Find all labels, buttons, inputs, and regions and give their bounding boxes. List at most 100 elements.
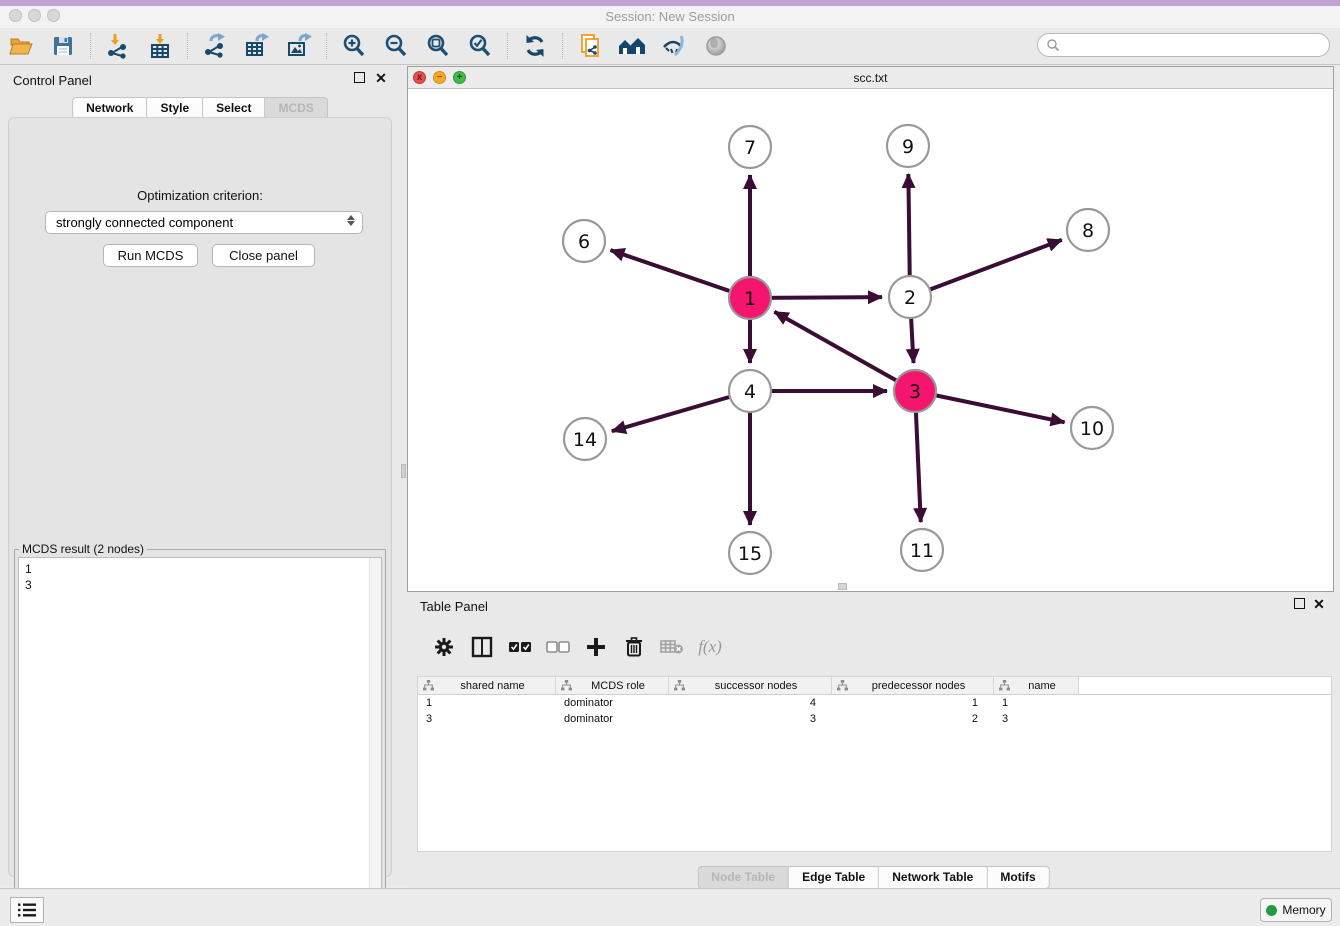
- cell-name[interactable]: 1: [994, 695, 1079, 711]
- import-network-icon[interactable]: [103, 31, 133, 61]
- divider-handle[interactable]: [401, 464, 406, 478]
- search-input[interactable]: [1060, 36, 1329, 54]
- export-network-icon[interactable]: [200, 31, 230, 61]
- toolbar-separator: [187, 33, 188, 59]
- deselect-all-rows-icon[interactable]: [543, 632, 573, 662]
- refresh-icon[interactable]: [520, 31, 550, 61]
- network-window-titlebar[interactable]: x − + scc.txt: [408, 67, 1333, 89]
- toggle-panes-icon[interactable]: [467, 632, 497, 662]
- close-panel-icon[interactable]: ✕: [374, 72, 388, 86]
- float-panel-icon[interactable]: [352, 72, 366, 86]
- node-15[interactable]: 15: [729, 532, 771, 574]
- table-settings-gear-icon[interactable]: [429, 632, 459, 662]
- toolbar-separator: [326, 33, 327, 59]
- delete-table-icon-disabled: [657, 632, 687, 662]
- node-label-4: 4: [744, 381, 756, 403]
- zoom-out-icon[interactable]: [381, 31, 411, 61]
- search-icon: [1046, 38, 1060, 52]
- criterion-dropdown[interactable]: strongly connected component: [45, 211, 363, 234]
- node-9[interactable]: 9: [887, 125, 929, 167]
- control-panel-title: Control Panel: [13, 73, 92, 88]
- node-1[interactable]: 1: [729, 277, 771, 319]
- cell-successor-nodes[interactable]: 3: [669, 711, 832, 727]
- close-panel-button[interactable]: Close panel: [212, 244, 315, 267]
- status-bar: Memory: [0, 888, 1340, 926]
- cell-MCDS-role[interactable]: dominator: [556, 695, 669, 711]
- zoom-fit-icon[interactable]: [423, 31, 453, 61]
- tab-node-table[interactable]: Node Table: [697, 866, 789, 889]
- column-header-successor-nodes[interactable]: successor nodes: [669, 677, 832, 694]
- panel-divider[interactable]: [400, 66, 407, 886]
- node-table-body: 1dominator4113dominator323: [418, 695, 1331, 727]
- node-11[interactable]: 11: [901, 529, 943, 571]
- session-title: Session: New Session: [0, 9, 1340, 24]
- node-3[interactable]: 3: [894, 370, 936, 412]
- memory-button[interactable]: Memory: [1260, 898, 1332, 922]
- node-label-10: 10: [1080, 418, 1104, 440]
- cell-shared-name[interactable]: 3: [418, 711, 556, 727]
- cell-name[interactable]: 3: [994, 711, 1079, 727]
- save-session-icon[interactable]: [48, 31, 78, 61]
- select-all-rows-icon[interactable]: [505, 632, 535, 662]
- node-6[interactable]: 6: [563, 220, 605, 262]
- node-2[interactable]: 2: [889, 276, 931, 318]
- titlebar: Session: New Session: [0, 6, 1340, 28]
- memory-status-icon: [1266, 905, 1277, 916]
- column-header-name[interactable]: name: [994, 677, 1079, 694]
- cell-predecessor-nodes[interactable]: 2: [832, 711, 994, 727]
- hide-details-icon[interactable]: [659, 31, 689, 61]
- delete-column-icon[interactable]: [619, 632, 649, 662]
- table-row[interactable]: 3dominator323: [418, 711, 1331, 727]
- column-header-predecessor-nodes[interactable]: predecessor nodes: [832, 677, 994, 694]
- node-label-15: 15: [738, 543, 762, 565]
- canvas-scroll-thumb[interactable]: [838, 583, 847, 590]
- function-builder-icon-disabled: f(x): [695, 632, 725, 662]
- table-row[interactable]: 1dominator411: [418, 695, 1331, 711]
- tab-motifs[interactable]: Motifs: [987, 866, 1049, 889]
- close-table-panel-icon[interactable]: ✕: [1312, 598, 1326, 612]
- float-table-panel-icon[interactable]: [1292, 598, 1306, 612]
- cell-successor-nodes[interactable]: 4: [669, 695, 832, 711]
- node-8[interactable]: 8: [1067, 209, 1109, 251]
- network-graph[interactable]: 1 2 3 4 6 7 8 9 10 11 14 15: [408, 89, 1333, 591]
- run-mcds-button[interactable]: Run MCDS: [103, 244, 198, 267]
- task-history-button[interactable]: [10, 897, 44, 923]
- memory-label: Memory: [1282, 903, 1325, 917]
- node-14[interactable]: 14: [564, 418, 606, 460]
- edge-3-10[interactable]: [915, 391, 1065, 422]
- node-10[interactable]: 10: [1071, 407, 1113, 449]
- toolbar-separator: [562, 33, 563, 59]
- edge-3-1[interactable]: [774, 312, 915, 391]
- network-canvas[interactable]: 1 2 3 4 6 7 8 9 10 11 14 15: [408, 89, 1333, 591]
- mcds-result-list[interactable]: 1 3: [18, 557, 382, 911]
- edge-1-6[interactable]: [610, 250, 750, 298]
- attribute-type-icon: [561, 680, 572, 691]
- main-toolbar: [0, 28, 1340, 65]
- home-networks-icon[interactable]: [617, 31, 647, 61]
- result-scrollbar[interactable]: [369, 558, 381, 910]
- attribute-type-icon: [999, 680, 1010, 691]
- column-header-MCDS-role[interactable]: MCDS role: [556, 677, 669, 694]
- search-box[interactable]: [1037, 33, 1330, 57]
- node-4[interactable]: 4: [729, 370, 771, 412]
- add-column-icon[interactable]: [581, 632, 611, 662]
- import-table-icon[interactable]: [145, 31, 175, 61]
- column-header-shared-name[interactable]: shared name: [418, 677, 556, 694]
- edge-2-8[interactable]: [910, 240, 1062, 297]
- export-table-icon[interactable]: [242, 31, 272, 61]
- eye-sphere-icon[interactable]: [701, 31, 731, 61]
- cell-predecessor-nodes[interactable]: 1: [832, 695, 994, 711]
- node-7[interactable]: 7: [729, 126, 771, 168]
- tab-network-table[interactable]: Network Table: [879, 866, 987, 889]
- zoom-in-icon[interactable]: [339, 31, 369, 61]
- cell-shared-name[interactable]: 1: [418, 695, 556, 711]
- open-session-icon[interactable]: [6, 31, 36, 61]
- cell-MCDS-role[interactable]: dominator: [556, 711, 669, 727]
- table-panel-header: Table Panel ✕: [407, 592, 1340, 620]
- attribute-type-icon: [674, 680, 685, 691]
- zoom-selected-icon[interactable]: [465, 31, 495, 61]
- export-image-icon[interactable]: [284, 31, 314, 61]
- clone-network-icon[interactable]: [575, 31, 605, 61]
- tab-edge-table[interactable]: Edge Table: [789, 866, 879, 889]
- list-icon: [17, 902, 37, 918]
